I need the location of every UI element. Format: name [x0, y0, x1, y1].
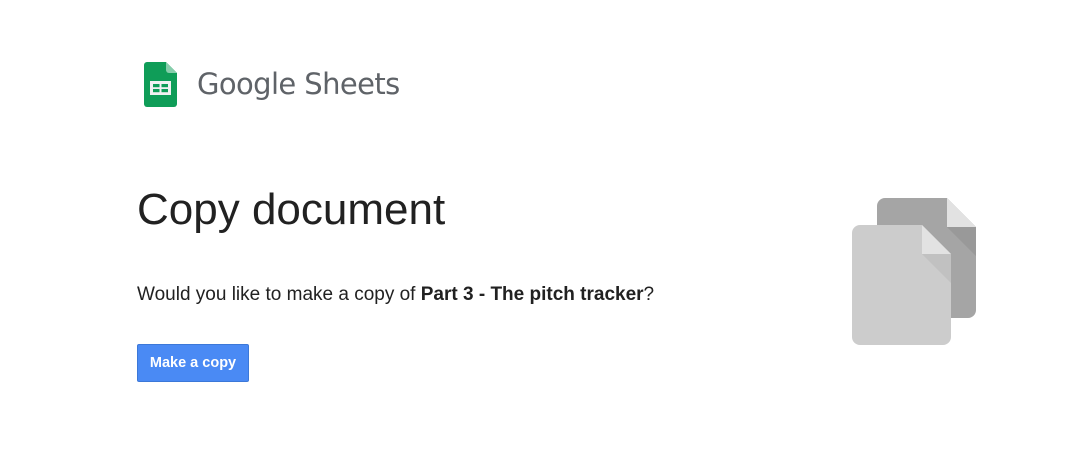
copy-documents-icon [852, 198, 976, 345]
make-copy-button[interactable]: Make a copy [137, 344, 249, 382]
brand-name: Google Sheets [197, 67, 400, 101]
prompt-suffix: ? [643, 284, 655, 305]
document-name: Part 3 - The pitch tracker [420, 284, 644, 305]
copy-document-page: Google Sheets Copy document Would you li… [0, 0, 1092, 471]
copy-prompt: Would you like to make a copy of Part 3 … [137, 284, 654, 306]
page-title: Copy document [137, 185, 446, 234]
google-sheets-icon [144, 62, 177, 107]
prompt-text: Would you like to make a copy of [137, 284, 421, 305]
header: Google Sheets [144, 62, 400, 107]
